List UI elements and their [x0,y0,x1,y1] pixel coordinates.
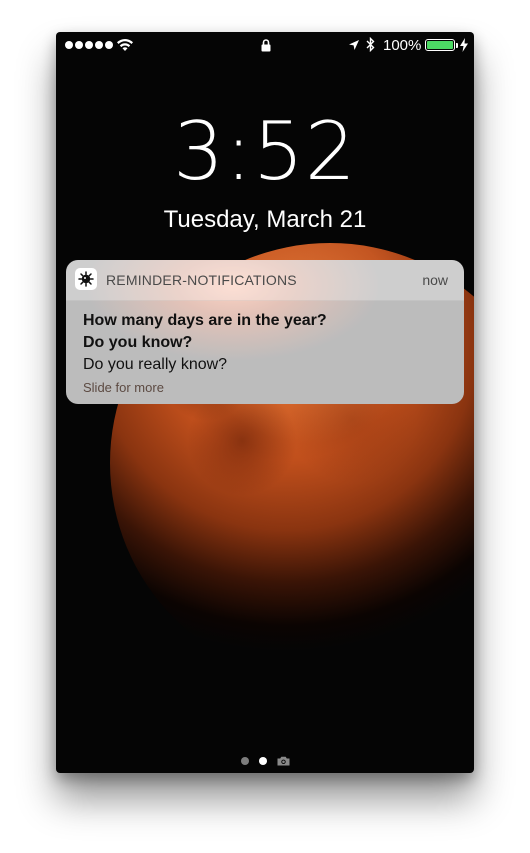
notification-subtitle: Do you know? [83,334,193,351]
virus-icon [78,271,94,287]
lockscreen-date: Tuesday, March 21 [163,206,367,233]
signal-strength-icon [65,41,113,49]
battery-tip [456,43,458,48]
battery-icon [425,39,455,51]
status-bar: 100% [56,32,474,58]
notification-card[interactable]: REMINDER-NOTIFICATIONS now How many days… [66,260,464,404]
battery-fill [427,41,453,49]
page-dot-1[interactable] [241,757,249,765]
notification-body: How many days are in the year? Do you kn… [83,310,327,399]
bluetooth-icon [366,37,375,52]
location-arrow-icon [349,40,359,50]
slide-for-more-hint: Slide for more [83,380,164,395]
notification-timestamp: now [422,272,448,288]
wifi-icon [117,39,133,51]
charging-bolt-icon [460,38,468,52]
page-dot-2[interactable] [259,757,267,765]
notification-title: How many days are in the year? [83,312,327,329]
lock-icon [261,39,271,52]
page-indicator[interactable] [241,756,290,766]
screen: 100% 3:52 Tuesday, March 21 REMINDER-NOT… [0,0,530,853]
phone-frame: 100% 3:52 Tuesday, March 21 REMINDER-NOT… [56,32,474,773]
lockscreen-time: 3:52 [173,105,357,198]
battery-percentage: 100% [383,37,422,54]
notification-message: Do you really know? [83,356,228,373]
notification-app-name: REMINDER-NOTIFICATIONS [106,272,297,288]
app-icon [75,268,97,290]
camera-icon[interactable] [277,756,290,766]
notification-header: REMINDER-NOTIFICATIONS now [66,260,464,301]
